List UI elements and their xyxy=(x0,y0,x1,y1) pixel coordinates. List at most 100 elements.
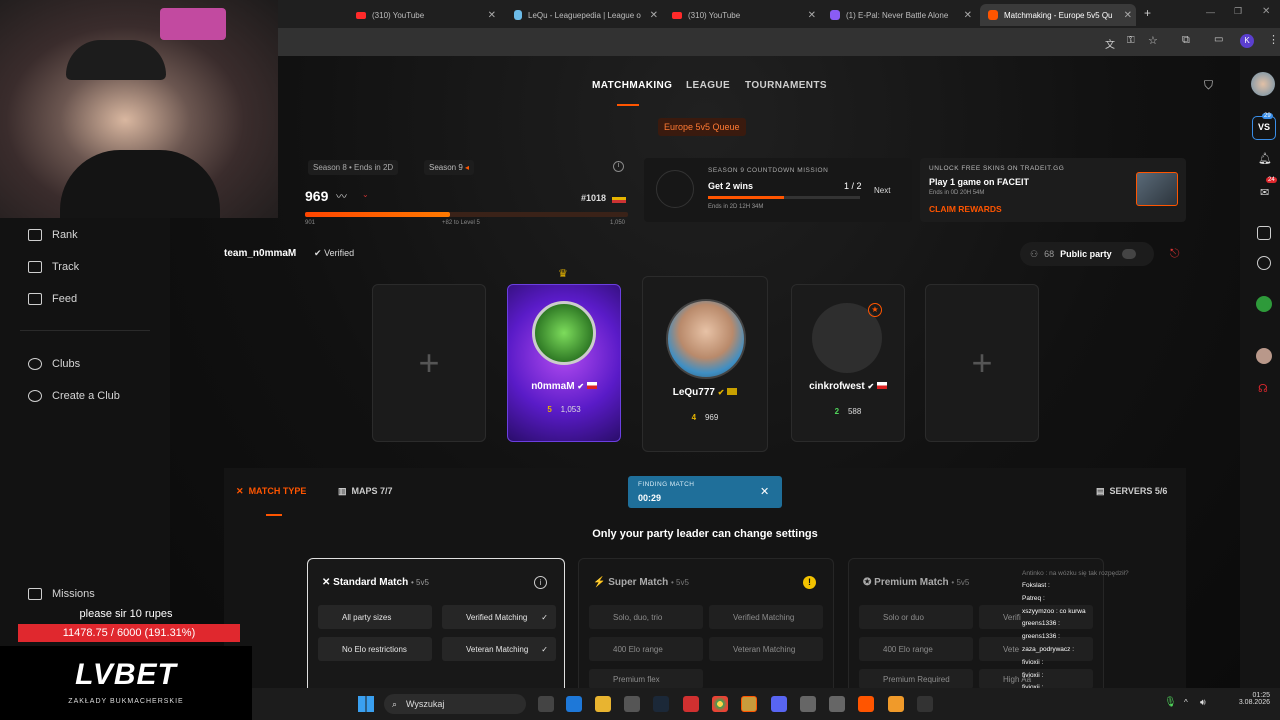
sidebar-item-rank[interactable]: Rank xyxy=(28,229,78,241)
season-prev-tab[interactable]: Season 8 • Ends in 2D xyxy=(308,160,399,175)
app-icon[interactable] xyxy=(683,696,699,712)
bookmark-star-icon[interactable]: ☆ xyxy=(1148,34,1158,47)
info-icon[interactable]: i xyxy=(534,576,547,589)
promo-ends: Ends in 0D 20H 54M xyxy=(929,190,985,196)
empty-slot-card[interactable]: + xyxy=(372,284,486,442)
leave-party-icon[interactable]: ⎋ xyxy=(1170,246,1180,261)
empty-slot-card[interactable]: + xyxy=(925,284,1039,442)
season-current-tab[interactable]: Season 9 ◂ xyxy=(424,160,475,175)
player-avatar xyxy=(532,301,596,365)
add-friend-icon[interactable] xyxy=(1257,256,1271,270)
sidebar-item-feed[interactable]: Feed xyxy=(28,293,77,305)
claim-rewards-link[interactable]: CLAIM REWARDS xyxy=(929,204,1002,214)
tab-match-type[interactable]: ✕ MATCH TYPE xyxy=(236,486,306,497)
tab-maps[interactable]: ▥ MAPS 7/7 xyxy=(338,486,393,497)
mode-card-premium[interactable]: ✪ Premium Match • 5v5 Solo or duo Verifi… xyxy=(848,558,1104,689)
close-tab-icon[interactable]: ✕ xyxy=(1124,10,1132,21)
chat-message: fivioxii : xyxy=(1022,671,1044,679)
browser-tab[interactable]: (310) YouTube ✕ xyxy=(348,4,500,26)
party-icon[interactable] xyxy=(1257,226,1271,240)
browser-tab-active[interactable]: Matchmaking - Europe 5v5 Qu ✕ xyxy=(980,4,1136,26)
taskbar-search[interactable]: ⌕ Wyszukaj xyxy=(384,694,526,714)
feed-icon xyxy=(28,293,42,305)
minimize-button[interactable]: — xyxy=(1206,7,1215,17)
donation-message: please sir 10 rupes xyxy=(79,608,173,620)
new-tab-button[interactable]: + xyxy=(1144,6,1151,20)
close-tab-icon[interactable]: ✕ xyxy=(650,10,658,21)
sidebar-item-create-club[interactable]: Create a Club xyxy=(28,390,120,402)
task-view-icon[interactable] xyxy=(538,696,554,712)
steam-icon[interactable] xyxy=(653,696,669,712)
browser-tab[interactable]: (1) E-Pal: Never Battle Alone ✕ xyxy=(822,4,976,26)
star-icon: ✪ xyxy=(863,577,872,588)
tab-servers[interactable]: ▤ SERVERS 5/6 xyxy=(1096,486,1167,497)
elo-progress-track xyxy=(305,212,628,217)
discord-icon[interactable] xyxy=(771,696,787,712)
sidebar-item-missions[interactable]: Missions xyxy=(28,588,95,600)
headset-icon[interactable]: ☊ xyxy=(1258,382,1268,395)
shield-icon[interactable]: ⛉ xyxy=(1204,78,1213,93)
sidebar-item-track[interactable]: Track xyxy=(28,261,79,273)
bell-icon[interactable]: 🔔︎ xyxy=(1258,152,1272,165)
chat-icon[interactable]: ✉ xyxy=(1260,186,1269,199)
mission-panel: SEASON 9 COUNTDOWN MISSION Get 2 wins 1 … xyxy=(644,158,912,222)
close-tab-icon[interactable]: ✕ xyxy=(488,10,496,21)
app-icon[interactable] xyxy=(829,696,845,712)
mission-title: SEASON 9 COUNTDOWN MISSION xyxy=(708,167,829,174)
mission-progress-fill xyxy=(708,196,784,199)
public-party-toggle[interactable] xyxy=(1121,249,1136,259)
sidebar-item-clubs[interactable]: Clubs xyxy=(28,358,80,370)
friend-avatar[interactable] xyxy=(1256,348,1272,364)
nav-tournaments[interactable]: TOURNAMENTS xyxy=(745,80,827,91)
league-icon[interactable] xyxy=(741,696,757,712)
close-tab-icon[interactable]: ✕ xyxy=(964,10,972,21)
cancel-search-button[interactable]: ✕ xyxy=(760,485,769,498)
chrome-icon[interactable] xyxy=(712,696,728,712)
key-icon[interactable]: ⚿ xyxy=(1127,35,1135,46)
add-player-icon: + xyxy=(971,342,993,383)
vs-icon[interactable]: VS xyxy=(1252,116,1276,140)
translate-icon[interactable]: 文 xyxy=(1105,36,1115,51)
app-icon[interactable] xyxy=(917,696,933,712)
extensions-icon[interactable]: ⧉ xyxy=(1182,34,1190,47)
sidepanel-icon[interactable]: ▭ xyxy=(1214,34,1223,45)
file-explorer-icon[interactable] xyxy=(595,696,611,712)
tray-chevron-icon[interactable]: ^ xyxy=(1184,698,1188,707)
player-card[interactable]: LeQu777 ✔ 4 969 xyxy=(642,276,768,452)
party-status[interactable]: ⚇ 68 Public party xyxy=(1020,242,1154,266)
browser-tab[interactable]: LeQu - Leaguepedia | League o ✕ xyxy=(506,4,662,26)
clock[interactable]: 01:25 3.08.2026 xyxy=(1222,692,1270,706)
volume-icon[interactable]: 🔊︎ xyxy=(1200,697,1206,708)
check-icon: ✓ xyxy=(541,612,548,622)
player-name: cinkrofwest ✔ xyxy=(792,381,904,392)
mission-next-button[interactable]: Next xyxy=(874,186,890,195)
windows-start-icon[interactable] xyxy=(358,696,374,712)
close-tab-icon[interactable]: ✕ xyxy=(808,10,816,21)
store-icon[interactable] xyxy=(624,696,640,712)
friend-avatar[interactable] xyxy=(1256,296,1272,312)
nav-matchmaking[interactable]: MATCHMAKING xyxy=(592,80,672,91)
player-card-leader[interactable]: n0mmaM ✔ 5 1,053 xyxy=(507,284,621,442)
mode-card-standard[interactable]: ✕ Standard Match • 5v5 i All party sizes… xyxy=(307,558,565,688)
maximize-button[interactable]: ❐ xyxy=(1234,6,1242,17)
option-elo: No Elo restrictions xyxy=(318,637,432,661)
browser-tab[interactable]: (310) YouTube ✕ xyxy=(664,4,820,26)
user-avatar[interactable] xyxy=(1251,72,1275,96)
info-icon[interactable]: i xyxy=(613,161,624,172)
warning-icon[interactable]: ! xyxy=(803,576,816,589)
party-label: Public party xyxy=(1060,249,1112,259)
case-image xyxy=(1136,172,1178,206)
app-icon[interactable] xyxy=(800,696,816,712)
profile-avatar[interactable]: K xyxy=(1240,34,1254,48)
missions-icon xyxy=(28,588,42,600)
mic-icon[interactable]: 🎙︎ xyxy=(1164,697,1177,708)
edge-icon[interactable] xyxy=(566,696,582,712)
player-card[interactable]: ★ cinkrofwest ✔ 2 588 xyxy=(791,284,905,442)
nav-league[interactable]: LEAGUE xyxy=(686,80,730,91)
faceit-taskbar-icon[interactable] xyxy=(858,696,874,712)
close-window-button[interactable]: ✕ xyxy=(1262,6,1270,17)
menu-icon[interactable]: ⋮ xyxy=(1268,33,1279,46)
mission-progress-track xyxy=(708,196,860,199)
mode-card-super[interactable]: ⚡ Super Match • 5v5 ! Solo, duo, trio Ve… xyxy=(578,558,834,689)
app-icon[interactable] xyxy=(888,696,904,712)
